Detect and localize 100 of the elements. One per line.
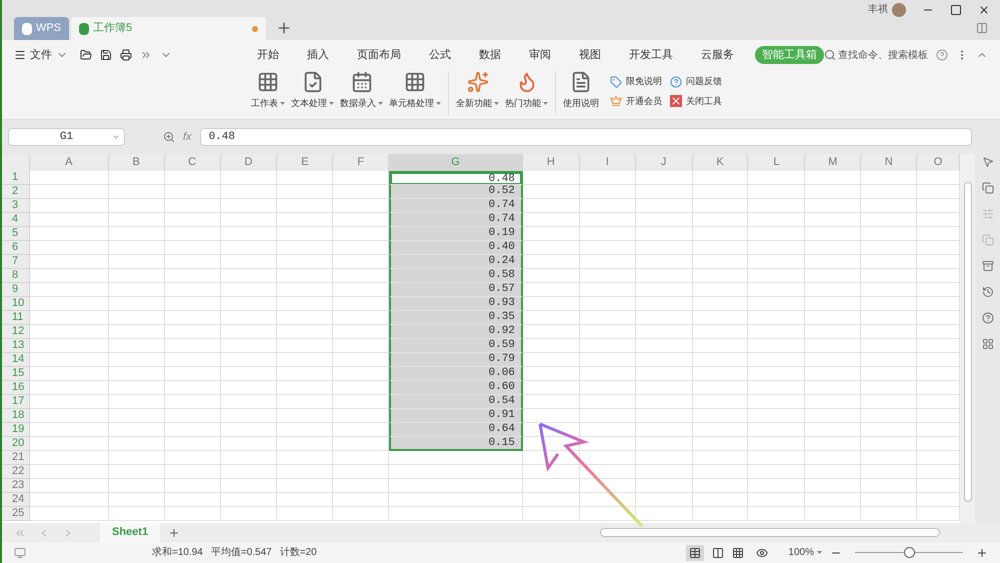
document-tab[interactable]: WPS [14,17,69,40]
row-header[interactable]: 7 [2,255,30,269]
menu-tab[interactable]: 智能工具箱 [755,46,824,64]
search-icon[interactable] [824,49,836,61]
row-header[interactable]: 19 [2,423,30,437]
ribbon-button[interactable]: 全新功能 [453,71,502,110]
zoom-in-icon[interactable] [976,546,988,558]
apps-icon[interactable] [982,338,994,350]
row-header[interactable]: 15 [2,367,30,381]
menu-icon[interactable] [14,49,26,61]
add-sheet-icon[interactable] [168,526,180,538]
row-header[interactable]: 11 [2,311,30,325]
row-header[interactable]: 8 [2,269,30,283]
column-header[interactable]: A [30,154,109,171]
menu-tab[interactable]: 审阅 [522,46,558,64]
new-tab-icon[interactable] [276,20,292,36]
ribbon-small-button[interactable]: 开通会员 [610,94,662,108]
print-icon[interactable] [120,49,132,61]
ribbon-small-button[interactable]: 问题反馈 [670,75,722,88]
function-label[interactable]: fx [183,128,192,146]
sliders-icon[interactable] [982,208,994,220]
row-header[interactable]: 16 [2,381,30,395]
row-header[interactable]: 21 [2,451,30,465]
menu-tab[interactable]: 公式 [422,46,458,64]
menu-tab[interactable]: 插入 [300,46,336,64]
help-icon[interactable] [982,312,994,324]
column-header[interactable]: E [277,154,334,171]
formula-input[interactable]: 0.48 [200,128,972,146]
menu-tab[interactable]: 视图 [572,46,608,64]
row-header[interactable]: 9 [2,283,30,297]
ribbon-button[interactable]: 使用说明 [560,71,602,110]
row-header[interactable]: 24 [2,493,30,507]
row-header[interactable]: 6 [2,241,30,255]
ribbon-small-button[interactable]: 限免说明 [610,75,662,88]
column-header[interactable]: H [522,154,580,171]
row-header[interactable]: 2 [2,185,30,199]
shapes-icon[interactable] [982,182,994,194]
document-tab[interactable]: 工作簿5 [71,17,266,40]
column-header[interactable]: B [108,154,165,171]
row-header[interactable]: 1 [2,171,30,185]
name-box[interactable]: G1 [8,128,125,146]
page-break-icon[interactable] [712,546,724,558]
row-header[interactable]: 4 [2,213,30,227]
table-cell [805,395,862,409]
archive-icon[interactable] [982,260,994,272]
column-header[interactable]: C [164,154,221,171]
monitor-icon[interactable] [14,546,26,558]
zoom-icon[interactable] [163,131,175,143]
menu-tab[interactable]: 云服务 [694,46,741,64]
ribbon-button[interactable]: 热门功能 [502,71,551,110]
row-header[interactable]: 17 [2,395,30,409]
column-header[interactable]: L [748,154,806,171]
column-header[interactable]: N [861,154,918,171]
column-header[interactable]: M [805,154,862,171]
open-folder-icon[interactable] [80,49,92,61]
normal-view-icon[interactable] [686,544,704,560]
avatar[interactable] [892,2,906,16]
more-icon[interactable] [140,49,152,61]
close-icon[interactable] [978,4,990,16]
menu-tab[interactable]: 开发工具 [622,46,680,64]
menu-tab[interactable]: 开始 [250,46,286,64]
eye-icon[interactable] [756,546,768,558]
row-header[interactable]: 5 [2,227,30,241]
panel-toggle-icon[interactable] [976,22,988,34]
sheet-tab[interactable]: Sheet1 [100,523,160,542]
history-icon[interactable] [982,286,994,298]
layout-icon[interactable] [732,546,744,558]
row-header[interactable]: 25 [2,507,30,521]
row-header[interactable]: 12 [2,325,30,339]
user-name[interactable]: 丰祺 [868,2,888,17]
row-header[interactable]: 22 [2,465,30,479]
file-menu[interactable]: 文件 [30,46,52,64]
ribbon-button[interactable]: 单元格处理 [386,71,444,110]
column-header[interactable]: J [636,154,693,171]
ribbon-small-button[interactable]: 关闭工具 [670,94,722,108]
ribbon-button[interactable]: 文本处理 [288,71,337,110]
row-header[interactable]: 20 [2,437,30,451]
zoom-level[interactable]: 100% [788,545,814,560]
maximize-icon[interactable] [950,4,962,16]
ribbon-button[interactable]: 数据录入 [337,71,386,110]
zoom-slider-thumb[interactable] [904,547,914,558]
row-header[interactable]: 23 [2,479,30,493]
row-header[interactable]: 13 [2,339,30,353]
column-header[interactable]: D [220,154,278,171]
row-header[interactable]: 14 [2,353,30,367]
column-header[interactable]: G [389,154,523,171]
command-search[interactable]: 查找命令、搜索模板 [838,48,928,62]
column-header[interactable]: K [692,154,748,171]
pointer-icon[interactable] [982,156,994,168]
row-header[interactable]: 18 [2,409,30,423]
ribbon-button[interactable]: 工作表 [248,71,288,110]
row-header[interactable]: 10 [2,297,30,311]
row-header[interactable]: 3 [2,199,30,213]
menu-tab[interactable]: 页面布局 [350,46,408,64]
column-header[interactable]: I [580,154,636,171]
menu-tab[interactable]: 数据 [472,46,508,64]
help-icon[interactable] [936,49,948,61]
vertical-scrollbar[interactable] [960,154,975,523]
horizontal-scrollbar[interactable] [600,528,940,537]
save-icon[interactable] [100,49,112,61]
